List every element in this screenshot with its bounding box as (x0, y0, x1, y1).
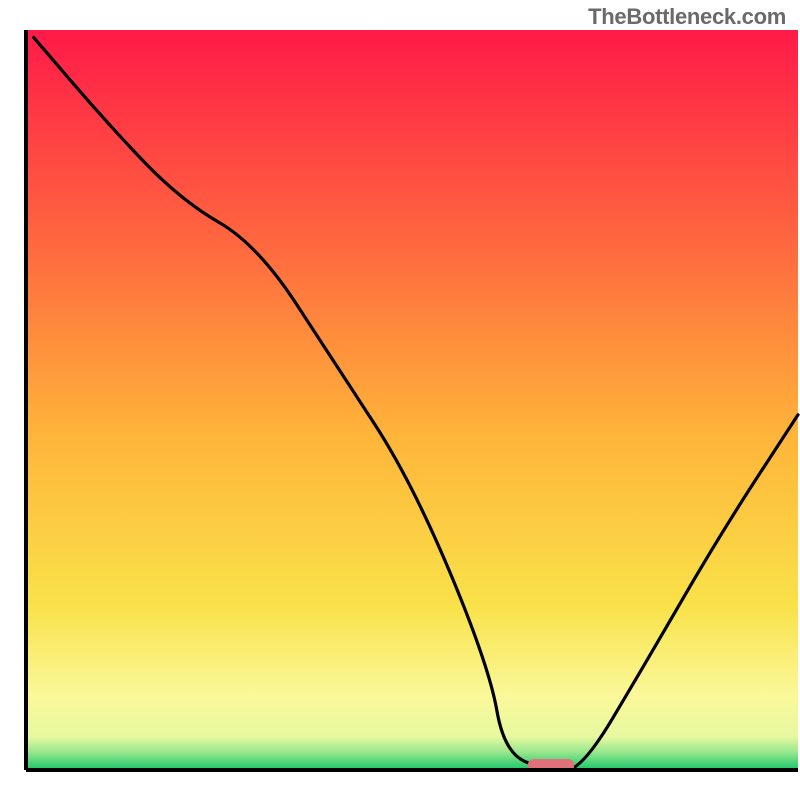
plot-background (26, 30, 798, 770)
watermark-text: TheBottleneck.com (588, 4, 786, 30)
chart-container: TheBottleneck.com (0, 0, 800, 800)
chart-svg (0, 0, 800, 800)
